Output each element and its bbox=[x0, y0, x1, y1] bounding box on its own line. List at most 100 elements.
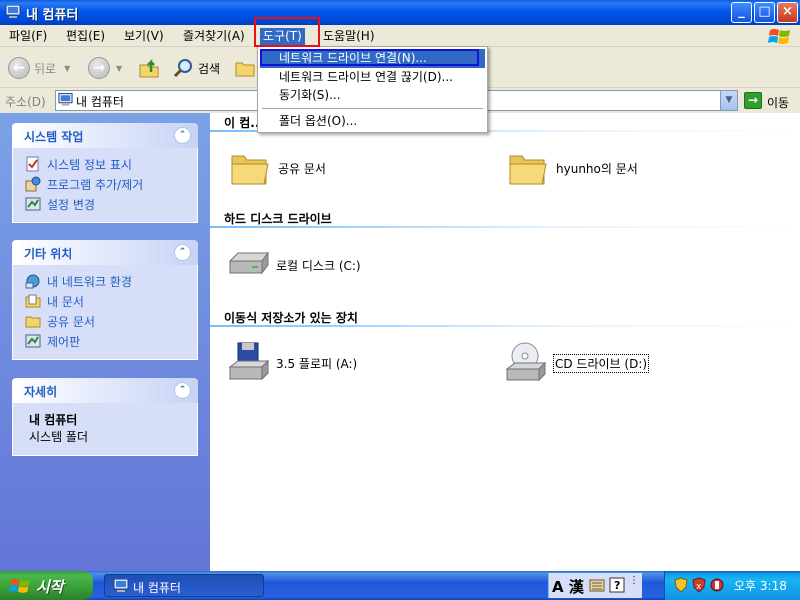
maximize-button[interactable]: □ bbox=[754, 2, 775, 23]
collapse-chevron-icon[interactable]: ⌃ bbox=[174, 127, 191, 144]
menu-favorites[interactable]: 즐겨찾기(A) bbox=[180, 28, 248, 45]
ime-mode-label[interactable]: A 漢 bbox=[552, 576, 584, 597]
svg-text:x: x bbox=[696, 582, 702, 592]
other-places-panel: 기타 위치 ⌃ 내 네트워크 환경 내 문서 공유 문서 제어판 bbox=[12, 240, 198, 360]
collapse-chevron-icon[interactable]: ⌃ bbox=[174, 244, 191, 261]
antivirus-icon[interactable] bbox=[709, 577, 725, 593]
network-icon bbox=[25, 274, 40, 289]
title-bar[interactable]: 내 컴퓨터 _ □ × bbox=[0, 0, 800, 25]
link-change-setting[interactable]: 설정 변경 bbox=[25, 194, 197, 214]
link-system-info[interactable]: 시스템 정보 표시 bbox=[25, 154, 197, 174]
svg-text:?: ? bbox=[614, 579, 620, 592]
link-label: 프로그램 추가/제거 bbox=[47, 177, 144, 192]
menu-synchronize[interactable]: 동기화(S)... bbox=[260, 86, 485, 105]
start-button[interactable]: 시작 bbox=[0, 571, 93, 600]
explorer-window: 내 컴퓨터 _ □ × 파일(F) 편집(E) 보기(V) 즐겨찾기(A) 도구… bbox=[0, 0, 800, 571]
other-places-header[interactable]: 기타 위치 ⌃ bbox=[12, 240, 198, 265]
link-control-panel[interactable]: 제어판 bbox=[25, 331, 197, 351]
item-cd-drive-d[interactable]: CD 드라이브 (D:) bbox=[503, 341, 650, 385]
menu-disconnect-network-drive[interactable]: 네트워크 드라이브 연결 끊기(D)... bbox=[260, 68, 485, 87]
computer-icon bbox=[58, 93, 73, 106]
link-label: 설정 변경 bbox=[47, 197, 95, 212]
menu-edit[interactable]: 편집(E) bbox=[63, 28, 108, 45]
language-bar-options-icon[interactable]: ⋮ bbox=[629, 575, 639, 586]
computer-icon bbox=[113, 579, 129, 592]
folder-icon bbox=[25, 316, 41, 328]
back-arrow-icon: ← bbox=[8, 57, 30, 79]
ime-pad-icon[interactable] bbox=[589, 577, 605, 593]
system-tasks-header[interactable]: 시스템 작업 ⌃ bbox=[12, 123, 198, 148]
details-panel: 자세히 ⌃ 내 컴퓨터 시스템 폴더 bbox=[12, 378, 198, 456]
forward-button[interactable]: → ▼ bbox=[88, 56, 122, 80]
my-documents-icon bbox=[25, 294, 41, 308]
folders-icon bbox=[235, 62, 255, 77]
item-label: hyunho의 문서 bbox=[556, 161, 638, 176]
back-label: 뒤로 bbox=[34, 61, 57, 76]
folder-icon bbox=[509, 155, 547, 185]
menu-separator bbox=[262, 108, 483, 109]
go-label[interactable]: 이동 bbox=[767, 94, 789, 111]
item-user-documents[interactable]: hyunho의 문서 bbox=[506, 146, 638, 190]
hard-disk-icon bbox=[228, 251, 269, 275]
folders-button[interactable] bbox=[234, 56, 256, 80]
taskbar: 시작 내 컴퓨터 A 漢 ? ⋮ x 오후 3:18 bbox=[0, 571, 800, 600]
security-shield-icon[interactable] bbox=[673, 577, 689, 593]
content-pane: 이 컴... 공유 문서 hyunho의 문서 하드 디스크 드라이브 로컬 디… bbox=[210, 113, 800, 571]
go-arrow-icon[interactable]: → bbox=[744, 92, 762, 109]
forward-dropdown-icon: ▼ bbox=[116, 63, 123, 73]
control-panel-icon bbox=[25, 197, 41, 211]
system-tasks-panel: 시스템 작업 ⌃ 시스템 정보 표시 프로그램 추가/제거 설정 변경 bbox=[12, 123, 198, 223]
folder-icon bbox=[231, 155, 269, 185]
computer-icon bbox=[5, 5, 21, 18]
item-label: CD 드라이브 (D:) bbox=[553, 353, 650, 373]
up-folder-icon bbox=[139, 58, 159, 78]
menu-folder-options[interactable]: 폴더 옵션(O)... bbox=[260, 112, 485, 131]
windows-logo-icon bbox=[9, 579, 30, 593]
item-label: 공유 문서 bbox=[278, 161, 326, 176]
clock[interactable]: 오후 3:18 bbox=[734, 577, 787, 594]
search-button[interactable]: 검색 bbox=[172, 56, 220, 80]
help-icon[interactable]: ? bbox=[609, 577, 625, 593]
back-dropdown-icon: ▼ bbox=[64, 63, 71, 73]
address-dropdown-icon[interactable]: ▼ bbox=[720, 91, 737, 110]
link-add-remove-programs[interactable]: 프로그램 추가/제거 bbox=[25, 174, 197, 194]
details-type: 시스템 폴더 bbox=[29, 430, 89, 444]
forward-arrow-icon: → bbox=[88, 57, 110, 79]
minimize-button[interactable]: _ bbox=[731, 2, 752, 23]
back-button[interactable]: ← 뒤로 ▼ bbox=[8, 56, 70, 80]
details-header[interactable]: 자세히 ⌃ bbox=[12, 378, 198, 403]
up-folder-button[interactable] bbox=[137, 56, 161, 80]
start-label: 시작 bbox=[36, 578, 64, 596]
search-icon bbox=[173, 59, 192, 78]
link-label: 시스템 정보 표시 bbox=[47, 157, 132, 172]
details-name: 내 컴퓨터 bbox=[29, 413, 78, 427]
item-floppy-a[interactable]: 3.5 플로피 (A:) bbox=[226, 341, 357, 385]
search-label: 검색 bbox=[198, 61, 221, 76]
taskbar-item-my-computer[interactable]: 내 컴퓨터 bbox=[104, 574, 264, 597]
window-title: 내 컴퓨터 bbox=[26, 8, 79, 23]
close-button[interactable]: × bbox=[777, 2, 798, 23]
link-my-documents[interactable]: 내 문서 bbox=[25, 291, 197, 311]
link-my-network-places[interactable]: 내 네트워크 환경 bbox=[25, 271, 197, 291]
item-shared-documents[interactable]: 공유 문서 bbox=[228, 146, 326, 190]
address-value: 내 컴퓨터 bbox=[76, 95, 124, 109]
link-label: 내 네트워크 환경 bbox=[47, 274, 132, 289]
group-divider bbox=[210, 226, 800, 228]
collapse-chevron-icon[interactable]: ⌃ bbox=[174, 382, 191, 399]
item-label: 로컬 디스크 (C:) bbox=[276, 258, 361, 273]
other-places-title: 기타 위치 bbox=[24, 247, 73, 261]
item-label: 3.5 플로피 (A:) bbox=[276, 356, 358, 371]
menu-view[interactable]: 보기(V) bbox=[121, 28, 167, 45]
link-label: 공유 문서 bbox=[47, 314, 95, 329]
windows-logo-icon bbox=[768, 29, 790, 44]
menu-file[interactable]: 파일(F) bbox=[6, 28, 50, 45]
link-label: 제어판 bbox=[47, 334, 81, 349]
language-bar[interactable]: A 漢 ? ⋮ bbox=[548, 573, 642, 598]
item-local-disk-c[interactable]: 로컬 디스크 (C:) bbox=[226, 243, 361, 287]
menu-help[interactable]: 도움말(H) bbox=[320, 28, 378, 45]
taskbar-item-label: 내 컴퓨터 bbox=[133, 581, 181, 595]
link-label: 내 문서 bbox=[47, 294, 84, 309]
link-shared-documents[interactable]: 공유 문서 bbox=[25, 311, 197, 331]
security-alert-icon[interactable]: x bbox=[691, 577, 707, 593]
control-panel-icon bbox=[25, 334, 41, 348]
